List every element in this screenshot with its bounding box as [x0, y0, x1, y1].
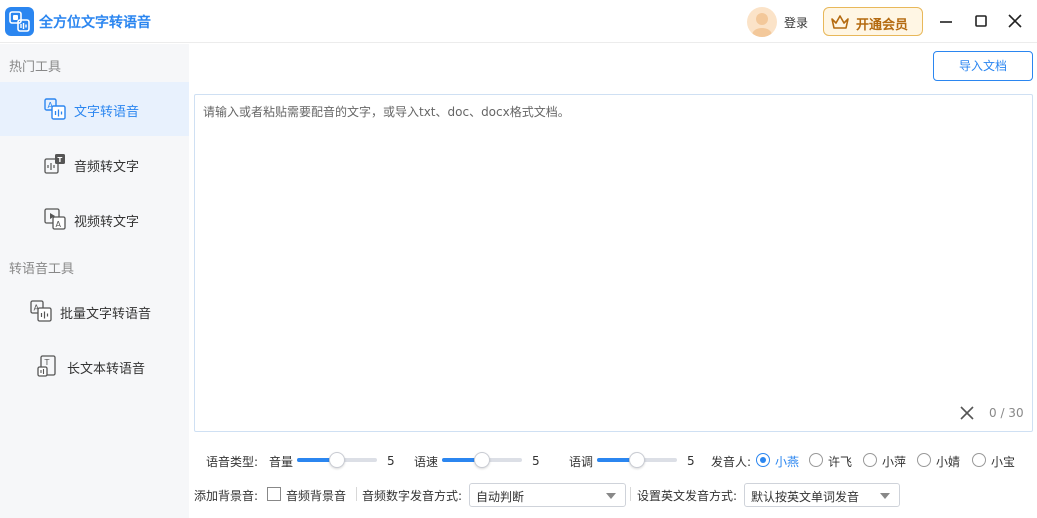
volume-slider-knob[interactable] [329, 452, 345, 468]
speaker-radio-label: 小萍 [882, 455, 907, 469]
speaker-radio-label: 小婧 [936, 455, 961, 469]
speaker-radio-xiaojing[interactable]: 小婧 [917, 452, 967, 469]
sidebar-item-batch-text-to-speech[interactable]: A 批量文字转语音 [0, 284, 189, 338]
bg-music-checkbox-label: 音频背景音 [286, 489, 347, 503]
long-text-to-speech-icon: T [37, 355, 56, 377]
maximize-button[interactable] [970, 10, 992, 32]
maximize-icon [975, 15, 987, 27]
vip-button[interactable]: 开通会员 [823, 7, 923, 36]
svg-text:T: T [44, 358, 50, 367]
login-link[interactable]: 登录 [784, 14, 808, 31]
import-document-button[interactable]: 导入文档 [933, 51, 1033, 81]
sidebar-section-hot: 热门工具 [9, 60, 62, 75]
pitch-value: 5 [687, 454, 695, 468]
english-mode-label: 设置英文发音方式: [637, 489, 738, 503]
vip-button-label: 开通会员 [856, 18, 909, 33]
sidebar-item-long-text-to-speech[interactable]: T 长文本转语音 [0, 339, 189, 393]
speaker-radio-xiaoyan[interactable]: 小燕 [756, 452, 806, 469]
speaker-radio-xufei[interactable]: 许飞 [809, 452, 859, 469]
title-bar: 全方位文字转语音 登录 开通会员 [0, 0, 1037, 43]
sidebar-item-label: 长文本转语音 [67, 362, 146, 377]
sidebar-item-audio-to-text[interactable]: T 音频转文字 [0, 137, 189, 191]
speaker-radio-xiaobao[interactable]: 小宝 [972, 452, 1022, 469]
char-count: 0 / 30 [989, 406, 1024, 420]
speaker-radio-xiaoping[interactable]: 小萍 [863, 452, 913, 469]
crown-icon [831, 15, 849, 29]
chevron-down-icon [606, 493, 616, 499]
speaker-radio-label: 小宝 [991, 455, 1016, 469]
app-window: 全方位文字转语音 登录 开通会员 热门工具 A 文字转语音 T 音频转文字 A … [0, 0, 1037, 518]
chevron-down-icon [880, 493, 890, 499]
volume-label: 音量 [269, 455, 294, 469]
divider [356, 487, 357, 501]
svg-text:A: A [56, 220, 62, 229]
number-mode-value: 自动判断 [476, 490, 525, 504]
close-button[interactable] [1004, 10, 1026, 32]
speed-value: 5 [532, 454, 540, 468]
text-editor-panel: 0 / 30 [194, 94, 1033, 432]
pitch-slider[interactable] [597, 452, 679, 468]
sidebar-item-label: 文字转语音 [74, 105, 140, 120]
video-to-text-icon: A [44, 208, 66, 230]
text-to-speech-icon: A [44, 98, 66, 120]
speaker-radio-label: 许飞 [828, 455, 853, 469]
clear-text-icon[interactable] [959, 405, 975, 421]
speed-slider-knob[interactable] [474, 452, 490, 468]
bg-music-label: 添加背景音: [194, 489, 259, 503]
english-mode-select[interactable]: 默认按英文单词发音 [744, 483, 900, 507]
sidebar: 热门工具 A 文字转语音 T 音频转文字 A 视频转文字 转语音工具 A 批量文… [0, 44, 189, 518]
speaker-radio-label: 小燕 [775, 455, 800, 469]
sidebar-item-label: 音频转文字 [74, 160, 140, 175]
speed-label: 语速 [414, 455, 439, 469]
sidebar-item-label: 视频转文字 [74, 215, 140, 230]
sidebar-item-video-to-text[interactable]: A 视频转文字 [0, 192, 189, 246]
volume-slider[interactable] [297, 452, 379, 468]
avatar[interactable] [747, 7, 777, 37]
pitch-slider-knob[interactable] [629, 452, 645, 468]
bg-music-checkbox[interactable] [267, 487, 281, 501]
app-title: 全方位文字转语音 [39, 15, 151, 31]
minimize-button[interactable] [935, 10, 957, 32]
audio-to-text-icon: T [44, 154, 65, 174]
english-mode-value: 默认按英文单词发音 [751, 490, 860, 504]
sidebar-item-text-to-speech[interactable]: A 文字转语音 [0, 82, 189, 136]
svg-text:T: T [58, 156, 63, 164]
minimize-icon [940, 21, 952, 23]
voice-type-label: 语音类型: [206, 455, 259, 469]
pitch-label: 语调 [569, 455, 594, 469]
sidebar-section-tts: 转语音工具 [9, 262, 75, 277]
speaker-label: 发音人: [711, 455, 752, 469]
number-mode-select[interactable]: 自动判断 [469, 483, 626, 507]
sidebar-item-label: 批量文字转语音 [60, 307, 152, 322]
batch-text-to-speech-icon: A [30, 300, 52, 322]
number-mode-label: 音频数字发音方式: [362, 489, 463, 503]
volume-value: 5 [387, 454, 395, 468]
app-logo-icon [5, 7, 34, 36]
divider [630, 487, 631, 501]
close-icon [1008, 14, 1022, 28]
speed-slider[interactable] [442, 452, 524, 468]
text-input[interactable] [203, 103, 1023, 393]
